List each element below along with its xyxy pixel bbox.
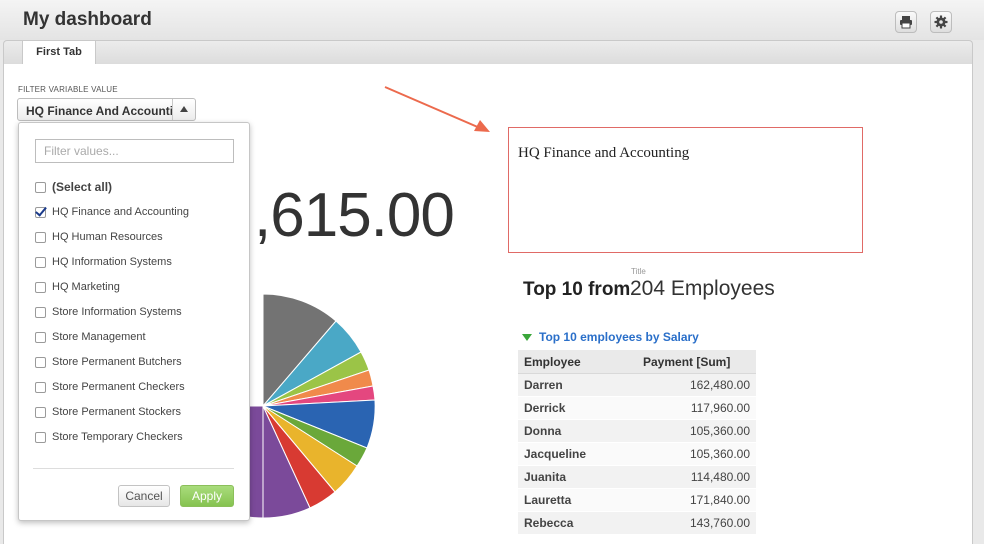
text-widget: HQ Finance and Accounting xyxy=(508,127,863,253)
checkbox[interactable] xyxy=(35,306,46,318)
employee-table: Employee Payment [Sum] Darren 162,480.00 … xyxy=(518,350,756,535)
cell-payment: 114,480.00 xyxy=(637,465,756,489)
print-button[interactable] xyxy=(895,11,917,33)
filter-option[interactable]: Store Management xyxy=(35,327,235,347)
cell-employee: Darren xyxy=(518,373,637,397)
filter-option-select-all[interactable]: (Select all) xyxy=(35,177,235,197)
filter-search-input[interactable] xyxy=(35,139,234,163)
gear-icon xyxy=(934,15,948,29)
page-title: My dashboard xyxy=(23,9,152,30)
cell-employee: Derrick xyxy=(518,396,637,420)
settings-button[interactable] xyxy=(930,11,952,33)
checkbox[interactable] xyxy=(35,331,46,343)
filter-toggle[interactable] xyxy=(172,99,195,120)
table-row: Juanita 114,480.00 xyxy=(518,465,756,489)
cell-payment: 171,840.00 xyxy=(637,488,756,512)
checkbox[interactable] xyxy=(35,181,46,193)
annotation-arrow xyxy=(384,86,490,132)
filter-select[interactable]: HQ Finance And Accounting xyxy=(17,98,196,121)
cell-employee: Donna xyxy=(518,419,637,443)
filter-selected-value: HQ Finance And Accounting xyxy=(26,104,172,118)
filter-option[interactable]: HQ Marketing xyxy=(35,277,235,297)
tab-first[interactable]: First Tab xyxy=(22,41,96,65)
kpi-small-title: Title xyxy=(631,267,646,276)
cell-payment: 162,480.00 xyxy=(637,373,756,397)
option-label: (Select all) xyxy=(52,180,113,194)
filter-dropdown: (Select all) HQ Finance and Accounting H… xyxy=(18,122,250,521)
checkbox[interactable] xyxy=(35,406,46,418)
filter-option[interactable]: Store Permanent Stockers xyxy=(35,402,235,422)
table-row: Rebecca 143,760.00 xyxy=(518,511,756,535)
table-row: Jacqueline 105,360.00 xyxy=(518,442,756,466)
filter-option[interactable]: HQ Information Systems xyxy=(35,252,235,272)
table-row: Donna 105,360.00 xyxy=(518,419,756,443)
option-label: Store Temporary Checkers xyxy=(52,431,183,443)
column-header-payment[interactable]: Payment [Sum] xyxy=(637,350,756,374)
option-label: HQ Finance and Accounting xyxy=(52,206,189,218)
filter-option[interactable]: Store Temporary Checkers xyxy=(35,427,235,447)
option-label: HQ Information Systems xyxy=(52,256,172,268)
option-label: Store Management xyxy=(52,331,146,343)
cell-employee: Rebecca xyxy=(518,511,637,535)
cell-employee: Lauretta xyxy=(518,488,637,512)
filter-label: FILTER VARIABLE VALUE xyxy=(18,85,118,94)
filter-option[interactable]: Store Information Systems xyxy=(35,302,235,322)
divider xyxy=(33,468,234,469)
table-title-text: Top 10 employees by Salary xyxy=(539,330,699,344)
cell-payment: 105,360.00 xyxy=(637,442,756,466)
cancel-button[interactable]: Cancel xyxy=(118,485,170,507)
kpi-right-text: 204 Employees xyxy=(630,277,775,300)
checkbox[interactable] xyxy=(35,281,46,293)
checkbox[interactable] xyxy=(35,231,46,243)
option-label: Store Permanent Checkers xyxy=(52,381,185,393)
kpi-big-number: ,615.00 xyxy=(254,181,455,250)
checkbox[interactable] xyxy=(35,256,46,268)
option-label: Store Permanent Butchers xyxy=(52,356,182,368)
checkbox[interactable] xyxy=(35,356,46,368)
column-header-employee[interactable]: Employee xyxy=(518,350,637,374)
kpi-left-text: Top 10 from xyxy=(523,279,631,300)
apply-button[interactable]: Apply xyxy=(180,485,234,507)
option-label: Store Permanent Stockers xyxy=(52,406,182,418)
cell-payment: 143,760.00 xyxy=(637,511,756,535)
option-label: HQ Human Resources xyxy=(52,231,163,243)
cell-employee: Jacqueline xyxy=(518,442,637,466)
cell-payment: 105,360.00 xyxy=(637,419,756,443)
tab-bar: First Tab xyxy=(3,40,973,65)
option-label: HQ Marketing xyxy=(52,281,120,293)
filter-funnel-icon xyxy=(522,333,532,341)
table-title[interactable]: Top 10 employees by Salary xyxy=(522,330,699,344)
table-row: Derrick 117,960.00 xyxy=(518,396,756,420)
table-row: Lauretta 171,840.00 xyxy=(518,488,756,512)
checkbox[interactable] xyxy=(35,381,46,393)
checkbox[interactable] xyxy=(35,431,46,443)
table-header-row: Employee Payment [Sum] xyxy=(518,350,756,374)
text-widget-content: HQ Finance and Accounting xyxy=(518,145,690,161)
dashboard-header: My dashboard xyxy=(0,0,984,40)
filter-option[interactable]: Store Permanent Butchers xyxy=(35,352,235,372)
filter-option[interactable]: Store Permanent Checkers xyxy=(35,377,235,397)
option-label: Store Information Systems xyxy=(52,306,182,318)
cell-payment: 117,960.00 xyxy=(637,396,756,420)
table-row: Darren 162,480.00 xyxy=(518,373,756,397)
checkbox-checked[interactable] xyxy=(35,206,46,218)
cell-employee: Juanita xyxy=(518,465,637,489)
filter-option[interactable]: HQ Finance and Accounting xyxy=(35,202,235,222)
filter-option[interactable]: HQ Human Resources xyxy=(35,227,235,247)
printer-icon xyxy=(900,16,912,29)
chevron-up-icon xyxy=(180,106,188,112)
